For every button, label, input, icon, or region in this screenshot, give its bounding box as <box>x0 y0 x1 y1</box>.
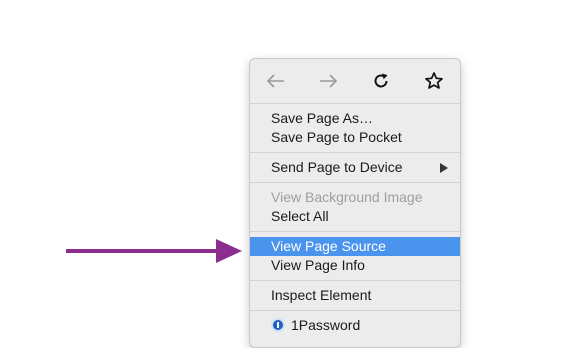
context-menu: Save Page As… Save Page to Pocket Send P… <box>249 58 461 348</box>
navigation-row <box>250 59 460 103</box>
arrow-right-icon <box>320 74 338 88</box>
star-icon <box>425 72 443 89</box>
view-page-source-item[interactable]: View Page Source <box>250 237 460 256</box>
menu-group-save: Save Page As… Save Page to Pocket <box>250 104 460 152</box>
reload-button[interactable] <box>367 67 395 95</box>
save-page-to-pocket-item[interactable]: Save Page to Pocket <box>250 128 460 147</box>
onepassword-icon <box>271 318 285 332</box>
select-all-item[interactable]: Select All <box>250 207 460 226</box>
view-page-info-item[interactable]: View Page Info <box>250 256 460 275</box>
menu-group-inspect: Inspect Element <box>250 281 460 310</box>
onepassword-label: 1Password <box>291 317 361 333</box>
menu-group-send: Send Page to Device <box>250 153 460 182</box>
menu-group-select: View Background Image Select All <box>250 183 460 231</box>
reload-icon <box>374 73 388 88</box>
menu-group-page: View Page Source View Page Info <box>250 232 460 280</box>
bookmark-button[interactable] <box>420 67 448 95</box>
send-page-to-device-item[interactable]: Send Page to Device <box>250 158 460 177</box>
onepassword-item[interactable]: 1Password <box>250 316 460 335</box>
send-page-to-device-label: Send Page to Device <box>271 159 403 175</box>
arrow-left-icon <box>266 74 284 88</box>
inspect-element-item[interactable]: Inspect Element <box>250 286 460 305</box>
back-button[interactable] <box>262 67 290 95</box>
menu-group-extensions: 1Password <box>250 311 460 340</box>
forward-button[interactable] <box>314 67 342 95</box>
annotation-arrow <box>66 239 242 263</box>
submenu-arrow-icon <box>440 163 448 173</box>
view-background-image-item: View Background Image <box>271 189 423 205</box>
save-page-as-item[interactable]: Save Page As… <box>250 109 460 128</box>
